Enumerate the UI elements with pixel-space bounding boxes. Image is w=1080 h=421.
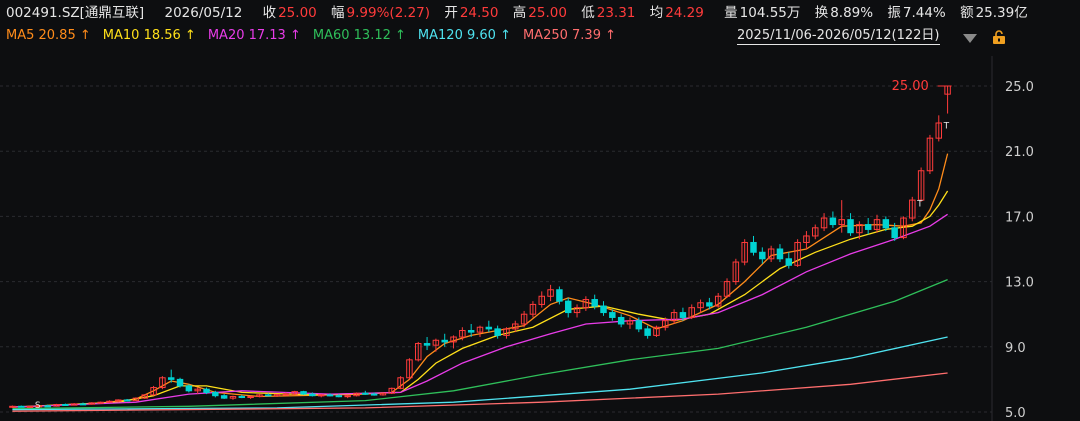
candle-body <box>335 395 343 398</box>
candle-body <box>97 401 104 404</box>
candle-body <box>247 396 254 399</box>
ma-line-ma5 <box>12 153 949 408</box>
candle-body <box>212 391 219 397</box>
candle-body <box>167 377 175 380</box>
candle-body <box>776 248 784 260</box>
candle-body <box>300 391 307 395</box>
candle-body <box>467 330 475 333</box>
candle-body <box>864 224 872 230</box>
candle-body <box>750 241 757 253</box>
y-tick-label: 13.0 <box>1005 276 1034 291</box>
ma-line-ma20 <box>12 213 948 408</box>
candle-body <box>44 405 51 408</box>
candle-body <box>79 403 87 406</box>
ma-line-ma10 <box>12 190 949 408</box>
candle-body <box>106 400 113 403</box>
candle-body <box>706 302 713 307</box>
candle-body <box>344 395 351 398</box>
y-tick-label: 17.0 <box>1005 210 1034 225</box>
candle-body <box>600 305 607 314</box>
y-tick-label: 25.0 <box>1005 80 1034 95</box>
candle-body <box>326 394 334 397</box>
candle-body <box>370 393 378 396</box>
candle-body <box>123 399 131 402</box>
candle-body <box>362 392 369 395</box>
chart-marker: T <box>943 121 950 131</box>
candle-body <box>891 227 898 239</box>
candle-body <box>556 289 563 302</box>
candle-body <box>176 378 184 387</box>
ma-line-ma250 <box>12 372 948 412</box>
candlestick-chart: 25.0 21.0 17.0 13.0 9.0 5.0 25.00 T T S <box>0 56 1034 421</box>
candle-body <box>17 405 25 408</box>
candle-body <box>759 251 766 260</box>
candle-body <box>785 258 793 266</box>
candle-body <box>265 394 272 397</box>
y-tick-label: 9.0 <box>1005 341 1026 356</box>
y-tick-label: 21.0 <box>1005 145 1034 160</box>
candle-body <box>609 312 616 318</box>
candle-body <box>317 394 325 397</box>
candle-body <box>26 405 34 408</box>
candle-body <box>220 395 228 399</box>
candle-body <box>282 393 290 396</box>
candle-body <box>882 219 890 229</box>
candle-body <box>62 404 69 407</box>
candle-body <box>9 405 16 408</box>
candle-body <box>485 326 493 330</box>
candle-body <box>635 320 643 330</box>
candle-body <box>644 328 651 336</box>
candle-body <box>847 219 854 234</box>
ma-line-ma60 <box>12 278 948 410</box>
candle-body <box>441 339 448 343</box>
y-tick-label: 5.0 <box>1005 406 1026 421</box>
candle-body <box>494 328 501 336</box>
last-price-label: 25.00 <box>892 79 929 94</box>
chart-marker: T <box>916 200 923 210</box>
candle-body <box>591 299 598 307</box>
candle-body <box>679 312 687 318</box>
candle-body <box>564 300 572 314</box>
candle-body <box>829 217 837 226</box>
ma-line-ma120 <box>12 336 948 411</box>
candle-body <box>617 316 625 325</box>
candle-body <box>423 343 431 346</box>
candle-body <box>309 393 316 397</box>
candle-body <box>185 385 193 392</box>
candle-body <box>203 388 210 393</box>
chart-marker: S <box>35 401 41 411</box>
candle-body <box>238 396 246 399</box>
